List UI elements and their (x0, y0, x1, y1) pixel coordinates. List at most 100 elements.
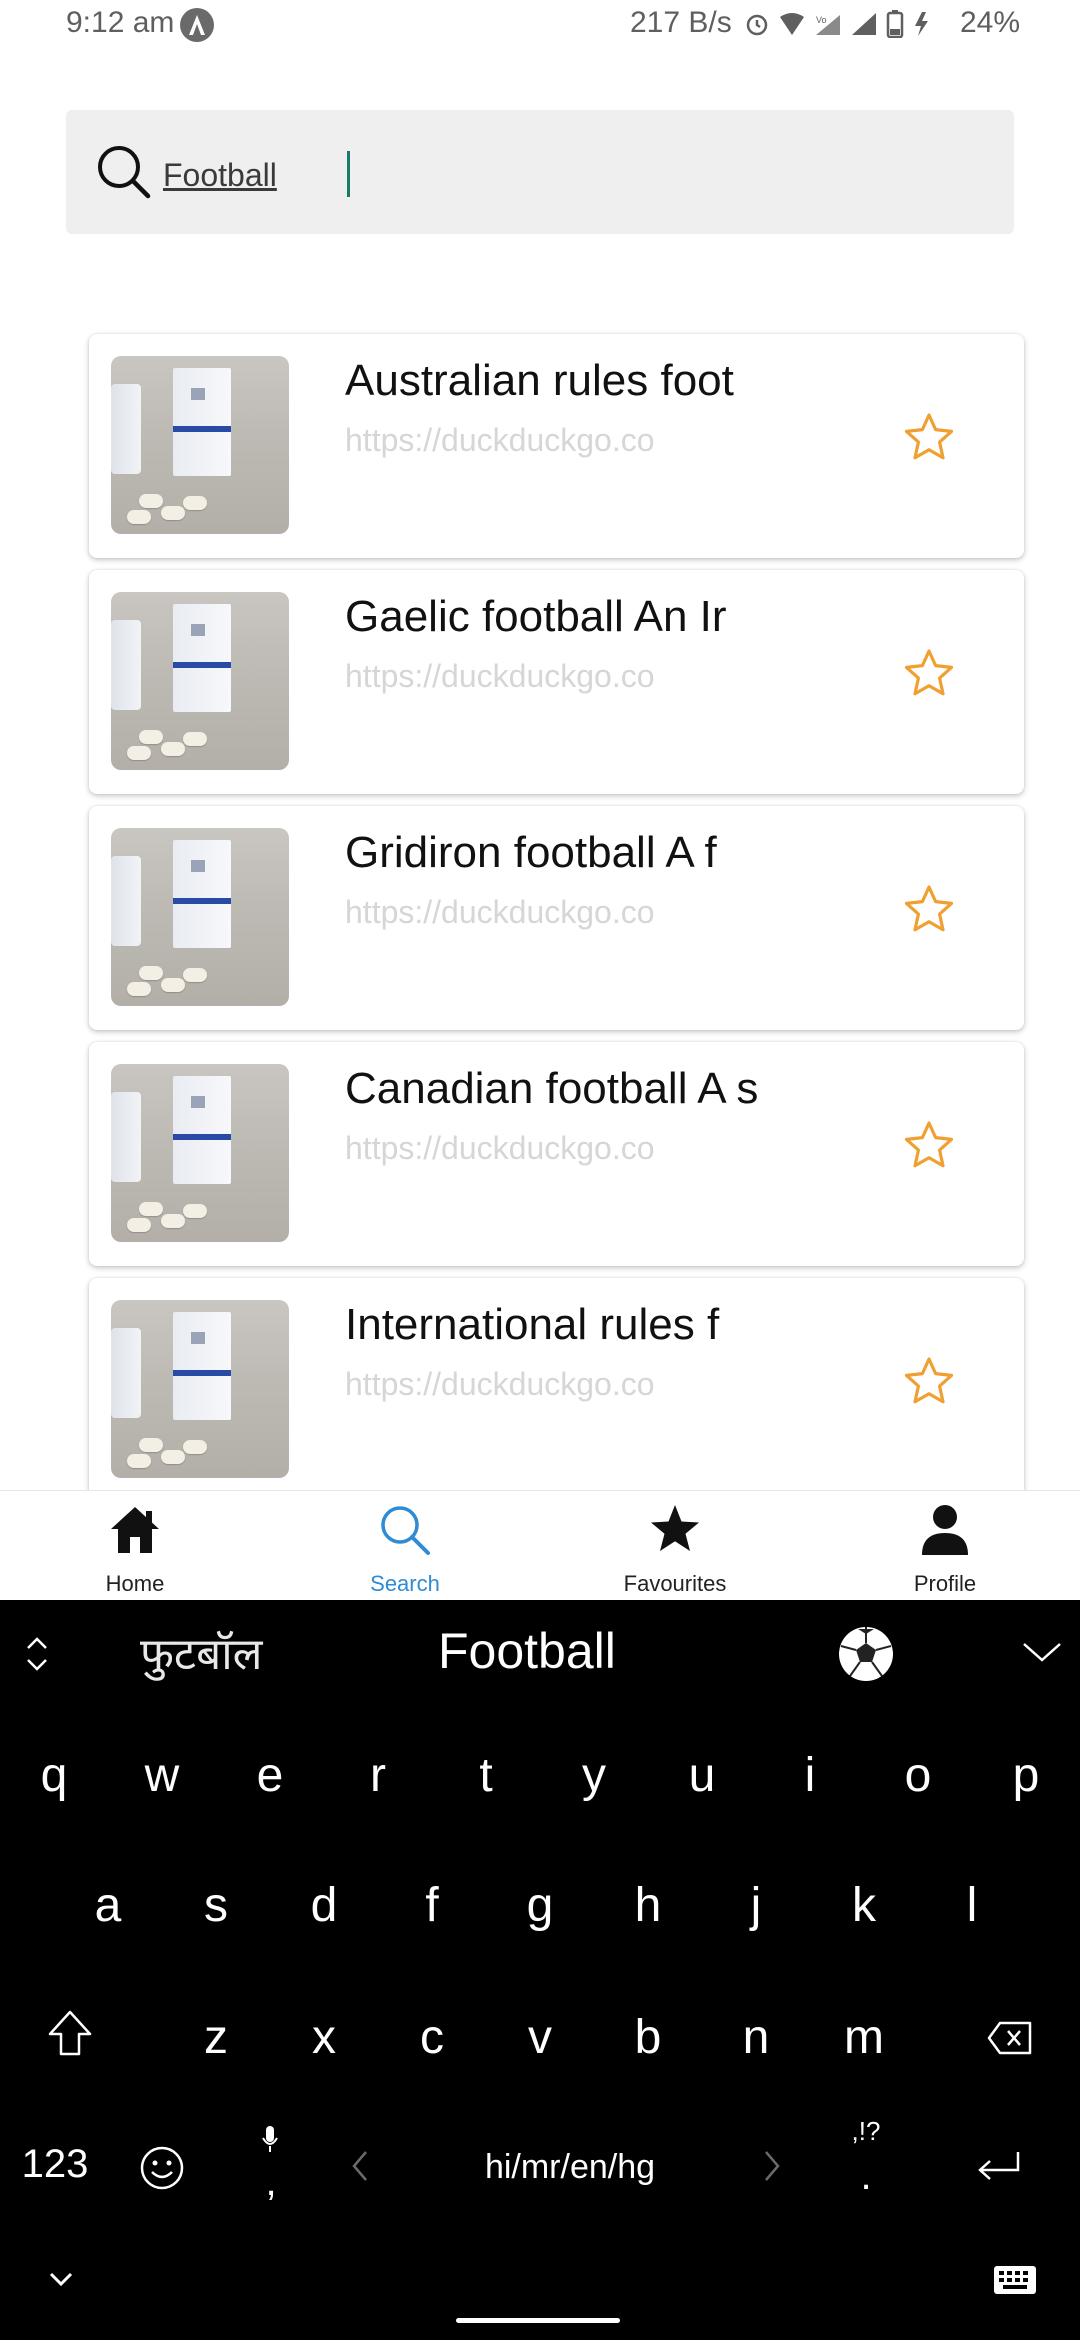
key-e[interactable]: e (240, 1748, 300, 1803)
favourite-star-icon[interactable] (901, 1354, 957, 1410)
nav-label: Profile (913, 1571, 977, 1596)
result-thumbnail (111, 1064, 289, 1242)
microphone-icon[interactable] (260, 2124, 280, 2156)
keyboard-switch-icon[interactable] (992, 2264, 1038, 2296)
result-card[interactable]: Gridiron football A f https://duckduckgo… (89, 806, 1024, 1030)
key-d[interactable]: d (294, 1878, 354, 1933)
hide-keyboard-chevron-icon[interactable] (48, 2270, 74, 2288)
suggestion-bar: फुटबॉल Football (0, 1600, 1080, 1704)
shift-icon[interactable] (46, 2008, 94, 2058)
result-thumbnail (111, 828, 289, 1006)
key-g[interactable]: g (510, 1878, 570, 1933)
nav-item-favourites[interactable]: Favourites (540, 1491, 810, 1601)
key-s[interactable]: s (186, 1878, 246, 1933)
result-title: International rules f (345, 1300, 720, 1349)
result-card[interactable]: Gaelic football An Ir https://duckduckgo… (89, 570, 1024, 794)
suggestion-hindi[interactable]: फुटबॉल (140, 1622, 262, 1682)
result-url: https://duckduckgo.co (345, 1130, 655, 1166)
result-url: https://duckduckgo.co (345, 894, 655, 930)
search-bar[interactable] (66, 110, 1014, 234)
status-bar: 9:12 am 217 B/s Vo 24% (0, 0, 1080, 50)
status-icons: Vo (744, 10, 936, 46)
cursor-left-icon[interactable] (350, 2148, 370, 2184)
key-k[interactable]: k (834, 1878, 894, 1933)
nav-item-home[interactable]: Home (0, 1491, 270, 1601)
result-title: Canadian football A s (345, 1064, 759, 1113)
nav-item-profile[interactable]: Profile (810, 1491, 1080, 1601)
search-input[interactable] (163, 150, 983, 200)
nav-label: Home (105, 1571, 165, 1596)
key-l[interactable]: l (942, 1878, 1002, 1933)
key-y[interactable]: y (564, 1748, 624, 1803)
result-card[interactable]: Australian rules foot https://duckduckgo… (89, 334, 1024, 558)
key-v[interactable]: v (510, 2010, 570, 2065)
key-i[interactable]: i (780, 1748, 840, 1803)
numbers-key[interactable]: 123 (10, 2142, 100, 2187)
search-icon (381, 1506, 430, 1555)
spacebar-language-key[interactable]: hi/mr/en/hg (420, 2148, 720, 2187)
network-speed: 217 B/s (630, 6, 732, 39)
favourite-star-icon[interactable] (901, 882, 957, 938)
charging-icon (912, 10, 936, 46)
keyboard-nav-bar (0, 2266, 1080, 2340)
key-a[interactable]: a (78, 1878, 138, 1933)
result-title: Australian rules foot (345, 356, 734, 405)
result-title: Gaelic football An Ir (345, 592, 727, 641)
key-p[interactable]: p (996, 1748, 1056, 1803)
key-w[interactable]: w (132, 1748, 192, 1803)
emoji-icon[interactable] (138, 2144, 186, 2192)
wifi-icon (778, 11, 806, 45)
key-q[interactable]: q (24, 1748, 84, 1803)
key-n[interactable]: n (726, 2010, 786, 2065)
result-thumbnail (111, 592, 289, 770)
volte-icon: Vo (814, 11, 842, 45)
favourite-star-icon[interactable] (901, 1118, 957, 1174)
key-r[interactable]: r (348, 1748, 408, 1803)
nav-label: Favourites (623, 1571, 727, 1596)
period-key[interactable]: . (836, 2154, 896, 2199)
key-j[interactable]: j (726, 1878, 786, 1933)
expand-arrows-icon[interactable] (24, 1634, 50, 1674)
status-time: 9:12 am (66, 6, 175, 39)
enter-icon[interactable] (974, 2148, 1024, 2184)
result-thumbnail (111, 356, 289, 534)
signal-icon (850, 11, 878, 45)
star-icon (651, 1505, 699, 1551)
key-b[interactable]: b (618, 2010, 678, 2065)
key-t[interactable]: t (456, 1748, 516, 1803)
soccer-ball-icon[interactable] (836, 1624, 896, 1684)
soft-keyboard: फुटबॉल Football q w e r t y u i o p a s … (0, 1600, 1080, 2340)
svg-text:Vo: Vo (816, 15, 827, 25)
result-url: https://duckduckgo.co (345, 422, 655, 458)
collapse-chevron-icon[interactable] (1022, 1638, 1062, 1666)
key-z[interactable]: z (186, 2010, 246, 2065)
favourite-star-icon[interactable] (901, 410, 957, 466)
key-x[interactable]: x (294, 2010, 354, 2065)
search-icon (98, 146, 151, 199)
result-card[interactable]: International rules f https://duckduckgo… (89, 1278, 1024, 1490)
suggestion-main[interactable]: Football (438, 1622, 616, 1680)
key-h[interactable]: h (618, 1878, 678, 1933)
key-m[interactable]: m (834, 2010, 894, 2065)
home-indicator[interactable] (456, 2318, 620, 2323)
alarm-icon (744, 11, 770, 45)
text-caret (347, 151, 350, 197)
result-thumbnail (111, 1300, 289, 1478)
key-c[interactable]: c (402, 2010, 462, 2065)
app-notification-icon (180, 8, 214, 42)
favourite-star-icon[interactable] (901, 646, 957, 702)
cursor-right-icon[interactable] (762, 2148, 782, 2184)
result-url: https://duckduckgo.co (345, 1366, 655, 1402)
key-u[interactable]: u (672, 1748, 732, 1803)
nav-label: Search (370, 1571, 440, 1596)
key-f[interactable]: f (402, 1878, 462, 1933)
comma-key[interactable]: , (256, 2160, 286, 2205)
key-o[interactable]: o (888, 1748, 948, 1803)
person-icon (922, 1505, 968, 1555)
punctuation-key-top[interactable]: ,!? (836, 2116, 896, 2147)
result-card[interactable]: Canadian football A s https://duckduckgo… (89, 1042, 1024, 1266)
results-list: Australian rules foot https://duckduckgo… (0, 330, 1080, 1490)
backspace-icon[interactable] (986, 2020, 1034, 2056)
nav-item-search[interactable]: Search (270, 1491, 540, 1601)
home-icon (111, 1507, 159, 1553)
